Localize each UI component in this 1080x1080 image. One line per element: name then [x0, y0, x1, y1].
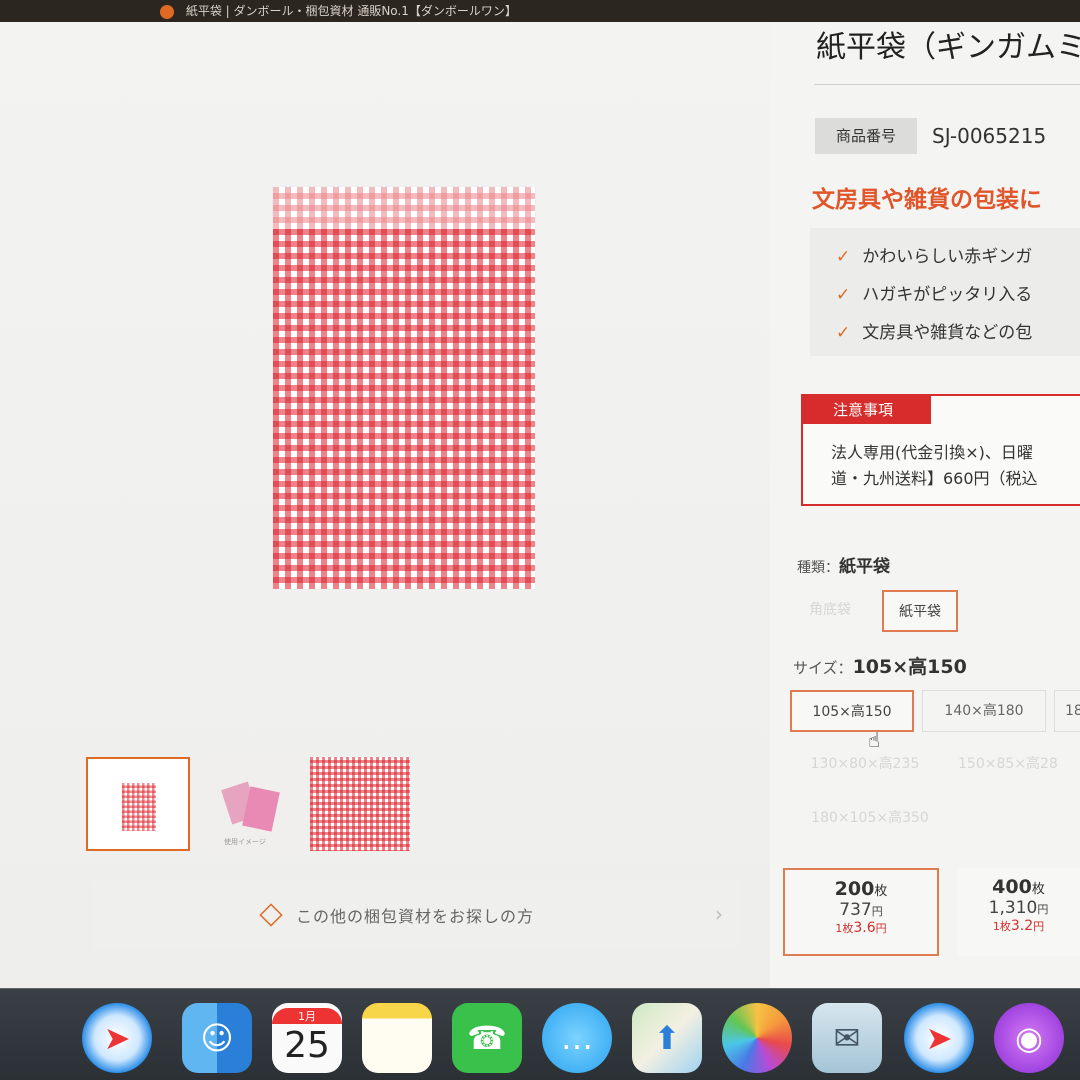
unit-price-prefix: 1枚 [992, 920, 1011, 933]
facetime-icon[interactable]: ☎ [452, 1003, 522, 1073]
notice-box: 注意事項 法人専用(代金引換×)、日曜 道・九州送料】660円（税込 [801, 394, 1080, 506]
quantity-unit-price: 1枚3.2円 [957, 918, 1080, 934]
chevron-right-icon: › [715, 902, 724, 926]
macos-dock: ➤ ☺ 1月 25 ☎ … ⬆ ✉ ➤ ◉ [0, 988, 1080, 1080]
thumbnail-bag-image [122, 783, 156, 831]
quantity-price-value: 1,310 [988, 898, 1038, 918]
check-icon: ✓ [836, 285, 851, 305]
quantity-price-unit: 円 [871, 905, 883, 918]
calendar-month: 1月 [272, 1008, 342, 1024]
size-option-partial[interactable]: 18 [1054, 690, 1080, 732]
quantity-count-value: 200 [834, 878, 875, 900]
notice-title: 注意事項 [803, 396, 931, 424]
package-box-icon [259, 903, 283, 927]
thumbnail-2[interactable]: 使用イメージ [202, 757, 306, 851]
notice-line: 法人専用(代金引換×)、日曜 [831, 443, 1033, 462]
unit-price-prefix: 1枚 [835, 922, 854, 935]
size-option-130x80x235[interactable]: 130×80×高235 [790, 744, 940, 786]
gallery-column: 使用イメージ この他の梱包資材をお探しの方 › [0, 22, 770, 988]
title-divider [814, 84, 1080, 85]
feature-text: かわいらしい赤ギンガ [862, 247, 1033, 267]
hand-cursor-icon: ☝ [868, 728, 881, 752]
quantity-count: 400枚 [957, 876, 1080, 898]
product-code-label: 商品番号 [815, 118, 917, 154]
safari-icon[interactable]: ➤ [82, 1003, 152, 1073]
quantity-count-value: 400 [992, 876, 1032, 898]
feature-list: ✓ かわいらしい赤ギンガ ✓ ハガキがピッタリ入る ✓ 文房具や雑貨などの包 [810, 228, 1080, 356]
other-materials-link[interactable]: この他の梱包資材をお探しの方 › [92, 880, 742, 950]
quantity-count-unit: 枚 [874, 884, 888, 899]
quantity-price-value: 737 [839, 900, 872, 920]
unit-price-value: 3.6 [853, 920, 876, 936]
quantity-unit-price: 1枚3.6円 [785, 920, 937, 936]
quantity-price: 737円 [785, 900, 937, 920]
podcasts-icon[interactable]: ◉ [994, 1003, 1064, 1073]
other-materials-label: この他の梱包資材をお探しの方 [296, 907, 535, 926]
unit-price-value: 3.2 [1010, 918, 1034, 934]
feature-item: ✓ かわいらしい赤ギンガ [836, 242, 1080, 280]
type-label: 種類：紙平袋 [797, 552, 890, 577]
size-label: サイズ：105×高150 [793, 652, 967, 679]
window-title: 紙平袋 | ダンボール・梱包資材 通販No.1【ダンボールワン】 [185, 4, 517, 18]
quantity-price-unit: 円 [1037, 903, 1049, 916]
site-favicon-icon [160, 4, 174, 19]
quantity-price: 1,310円 [957, 898, 1080, 918]
thumbnail-caption: 使用イメージ [224, 838, 266, 846]
check-icon: ✓ [836, 323, 851, 343]
size-option-150x85x280[interactable]: 150×85×高28 [958, 744, 1080, 786]
finder-icon[interactable]: ☺ [182, 1003, 252, 1073]
feature-item: ✓ ハガキがピッタリ入る [836, 280, 1080, 318]
feature-item: ✓ 文房具や雑貨などの包 [836, 318, 1080, 356]
quantity-count: 200枚 [785, 878, 937, 900]
type-selected-value: 紙平袋 [839, 557, 890, 577]
product-catchphrase: 文房具や雑貨の包装に [812, 187, 1042, 213]
notes-icon[interactable] [362, 1003, 432, 1073]
check-icon: ✓ [836, 247, 851, 267]
type-label-text: 種類： [797, 560, 839, 576]
unit-price-suffix: 円 [875, 922, 887, 935]
browser-tab-bar[interactable]: 紙平袋 | ダンボール・梱包資材 通販No.1【ダンボールワン】 [0, 0, 1080, 22]
quantity-option-200[interactable]: 200枚 737円 1枚3.6円 [783, 868, 939, 956]
notice-line: 道・九州送料】660円（税込 [831, 469, 1038, 488]
notice-body: 法人専用(代金引換×)、日曜 道・九州送料】660円（税込 [831, 440, 1038, 492]
feature-text: ハガキがピッタリ入る [862, 285, 1033, 305]
product-main-image[interactable] [273, 187, 535, 589]
size-label-text: サイズ： [793, 659, 853, 677]
maps-icon[interactable]: ⬆ [632, 1003, 702, 1073]
calendar-day: 25 [284, 1025, 330, 1066]
bag-flap [273, 187, 535, 229]
size-selected-value: 105×高150 [852, 656, 967, 678]
size-option-140x180[interactable]: 140×高180 [922, 690, 1046, 732]
size-option-105x150[interactable]: 105×高150 [790, 690, 914, 732]
messages-icon[interactable]: … [542, 1003, 612, 1073]
quantity-option-400[interactable]: 400枚 1,310円 1枚3.2円 [957, 868, 1080, 956]
product-page: 使用イメージ この他の梱包資材をお探しの方 › 紙平袋（ギンガムミ 商品番号 S… [0, 22, 1080, 988]
mail-icon[interactable]: ✉ [812, 1003, 882, 1073]
product-code-value: SJ-0065215 [932, 124, 1047, 148]
safari-icon[interactable]: ➤ [904, 1003, 974, 1073]
thumbnail-1[interactable] [86, 757, 190, 851]
type-option-kakuzoko[interactable]: 角底袋 [797, 590, 863, 632]
feature-text: 文房具や雑貨などの包 [862, 323, 1033, 343]
type-option-kamihira[interactable]: 紙平袋 [882, 590, 958, 632]
size-option-180x105x350[interactable]: 180×105×高350 [790, 798, 950, 840]
unit-price-suffix: 円 [1033, 920, 1045, 933]
quantity-count-unit: 枚 [1031, 882, 1045, 897]
calendar-icon[interactable]: 1月 25 [272, 1003, 342, 1073]
product-title: 紙平袋（ギンガムミ [816, 30, 1080, 65]
photos-icon[interactable] [722, 1003, 792, 1073]
thumbnail-3[interactable] [310, 757, 410, 851]
